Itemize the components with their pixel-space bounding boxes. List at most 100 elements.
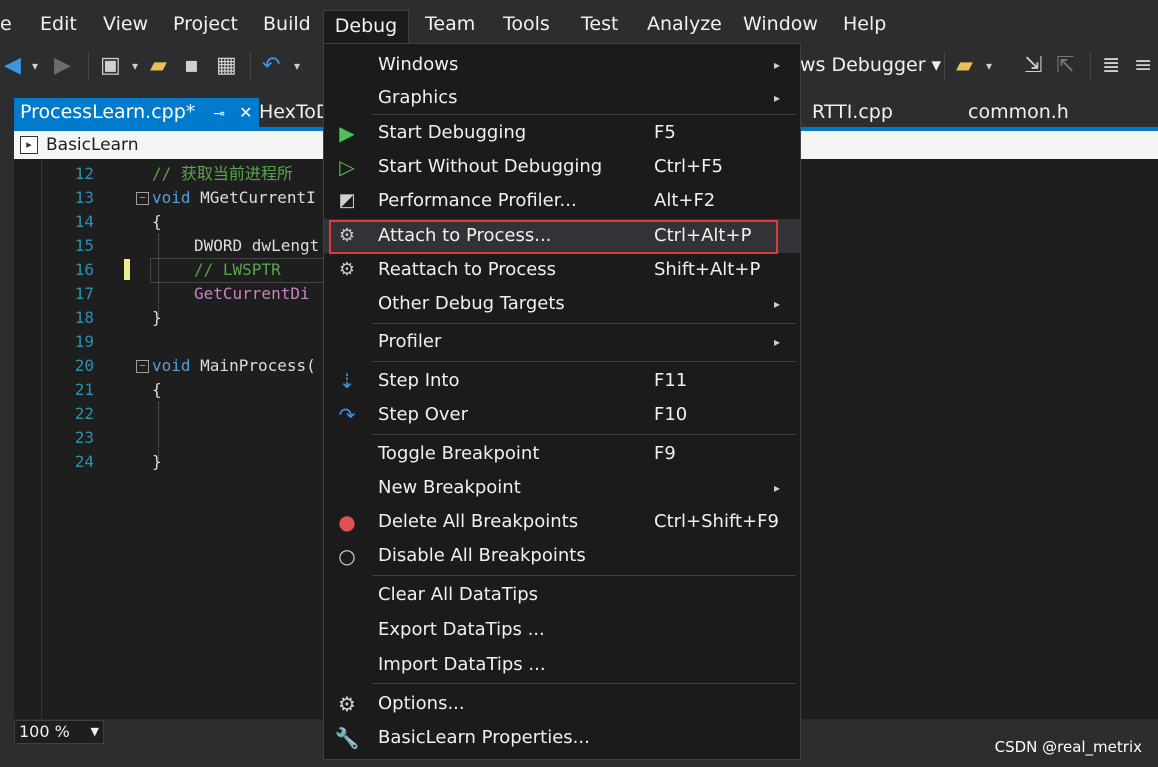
line-number: 12 — [74, 164, 94, 183]
left-tool-strip — [0, 131, 14, 767]
line-number: 20 — [74, 356, 94, 375]
menu-item-import-datatips[interactable]: Import DataTips ... — [324, 648, 800, 682]
line-number: 17 — [74, 284, 94, 303]
menu-debug[interactable]: Debug — [323, 10, 409, 45]
menu-help[interactable]: Help — [843, 8, 886, 40]
menu-item-step-into[interactable]: ⇣ Step Into F11 — [324, 364, 800, 398]
code-line-14: { — [152, 212, 162, 231]
project-scope-label: BasicLearn — [46, 135, 139, 155]
comment-icon[interactable]: ≣ — [1102, 53, 1120, 79]
fold-toggle-icon[interactable]: − — [136, 192, 149, 205]
submenu-arrow-icon: ▸ — [774, 481, 781, 495]
tab-label: ProcessLearn.cpp* — [20, 101, 196, 123]
menu-tools[interactable]: Tools — [503, 8, 550, 40]
menu-separator — [372, 683, 796, 684]
menu-item-shortcut: F11 — [654, 370, 688, 391]
menu-item-shortcut: Ctrl+Shift+F9 — [654, 511, 779, 532]
menu-project[interactable]: Project — [173, 8, 238, 40]
line-number: 14 — [74, 212, 94, 231]
code-line-16: // LWSPTR — [194, 260, 281, 279]
forward-icon[interactable]: ▶ — [54, 53, 71, 79]
menu-item-graphics[interactable]: Graphics ▸ — [324, 81, 800, 115]
menu-analyze[interactable]: Analyze — [647, 8, 722, 40]
tab-processlearn[interactable]: ProcessLearn.cpp* ⊸ ✕ — [14, 98, 259, 128]
menu-item-label: Clear All DataTips — [378, 584, 539, 605]
menu-item-profiler[interactable]: Profiler ▸ — [324, 325, 800, 359]
line-number: 16 — [74, 260, 94, 279]
menu-edit[interactable]: Edit — [40, 8, 77, 40]
gears-icon: ⚙ — [338, 259, 356, 280]
menu-item-delete-all-breakpoints[interactable]: ● Delete All Breakpoints Ctrl+Shift+F9 — [324, 505, 800, 539]
zoom-dropdown[interactable]: 100 % ▼ — [14, 720, 104, 744]
back-icon[interactable]: ◀ — [4, 53, 21, 79]
menu-item-disable-all-breakpoints[interactable]: ○ Disable All Breakpoints — [324, 539, 800, 573]
menu-build[interactable]: Build — [263, 8, 311, 40]
line-number: 18 — [74, 308, 94, 327]
menu-team[interactable]: Team — [425, 8, 475, 40]
menu-item-label: Profiler — [378, 331, 442, 352]
line-number: 21 — [74, 380, 94, 399]
line-number: 23 — [74, 428, 94, 447]
menu-item-clear-all-datatips[interactable]: Clear All DataTips — [324, 578, 800, 612]
highlight-box — [329, 220, 778, 254]
menu-item-other-debug-targets[interactable]: Other Debug Targets ▸ — [324, 287, 800, 321]
step-disabled-icon[interactable]: ⇱ — [1056, 53, 1074, 79]
close-icon[interactable]: ✕ — [239, 103, 252, 122]
menu-item-label: Import DataTips ... — [378, 654, 546, 675]
code-text: MainProcess( — [190, 356, 316, 375]
delete-breakpoints-icon: ● — [338, 510, 356, 534]
menu-item-windows[interactable]: Windows ▸ — [324, 48, 800, 82]
menu-view[interactable]: View — [103, 8, 148, 40]
tab-common[interactable]: common.h — [968, 98, 1069, 128]
new-project-icon[interactable]: ▣ — [100, 53, 121, 79]
menu-item-label: Other Debug Targets — [378, 293, 565, 314]
wrench-icon: 🔧 — [334, 726, 360, 750]
undo-dropdown-icon[interactable]: ▾ — [294, 53, 300, 79]
save-icon[interactable]: ▪ — [184, 53, 199, 79]
menu-item-step-over[interactable]: ↷ Step Over F10 — [324, 398, 800, 432]
menu-item-label: Options... — [378, 693, 465, 714]
menu-item-export-datatips[interactable]: Export DataTips ... — [324, 613, 800, 647]
toolbar-separator — [250, 52, 251, 80]
debugger-target-dropdown[interactable]: ws Debugger ▾ — [800, 52, 941, 78]
menu-window[interactable]: Window — [743, 8, 818, 40]
new-dropdown-icon[interactable]: ▾ — [132, 53, 138, 79]
process-icon[interactable]: ▰ — [956, 53, 973, 79]
step-icon[interactable]: ⇲ — [1024, 53, 1042, 79]
menu-item-label: BasicLearn Properties... — [378, 727, 590, 748]
pin-icon[interactable]: ⊸ — [213, 106, 225, 122]
back-dropdown-icon[interactable]: ▾ — [32, 53, 38, 79]
menu-item-start-debugging[interactable]: ▶ Start Debugging F5 — [324, 116, 800, 150]
toolbar-separator — [88, 52, 89, 80]
step-over-icon: ↷ — [338, 403, 356, 427]
menu-separator — [372, 114, 796, 115]
menu-item-label: Graphics — [378, 87, 458, 108]
menu-item-toggle-breakpoint[interactable]: Toggle Breakpoint F9 — [324, 437, 800, 471]
open-file-icon[interactable]: ▰ — [150, 53, 167, 79]
menu-file[interactable]: e — [0, 8, 12, 40]
tab-rtti[interactable]: RTTI.cpp — [812, 98, 893, 128]
undo-icon[interactable]: ↶ — [262, 53, 280, 79]
menu-item-performance-profiler[interactable]: ◩ Performance Profiler... Alt+F2 — [324, 184, 800, 218]
code-line-20: void MainProcess( — [152, 354, 316, 378]
menu-separator — [372, 575, 796, 576]
code-line-18: } — [152, 308, 162, 327]
menu-item-start-without-debugging[interactable]: ▷ Start Without Debugging Ctrl+F5 — [324, 150, 800, 184]
fold-toggle-icon[interactable]: − — [136, 360, 149, 373]
menu-test[interactable]: Test — [581, 8, 618, 40]
menu-item-reattach-to-process[interactable]: ⚙ Reattach to Process Shift+Alt+P — [324, 253, 800, 287]
menu-item-options[interactable]: ⚙ Options... — [324, 687, 800, 721]
uncomment-icon[interactable]: ≡ — [1134, 53, 1152, 79]
tab-hextod[interactable]: HexToD — [259, 98, 331, 128]
menu-bar: e Edit View Project Build Debug Team Too… — [0, 0, 1158, 45]
toolbar-separator — [944, 52, 945, 80]
project-icon: ▸ — [20, 136, 38, 154]
process-dropdown-icon[interactable]: ▾ — [986, 53, 992, 79]
save-all-icon[interactable]: ▦ — [216, 53, 237, 79]
step-into-icon: ⇣ — [338, 369, 356, 393]
code-line-15: DWORD dwLengt — [194, 236, 320, 255]
zoom-value: 100 % — [19, 722, 70, 741]
menu-item-label: Export DataTips ... — [378, 619, 545, 640]
menu-item-properties[interactable]: 🔧 BasicLearn Properties... — [324, 721, 800, 755]
menu-item-new-breakpoint[interactable]: New Breakpoint ▸ — [324, 471, 800, 505]
